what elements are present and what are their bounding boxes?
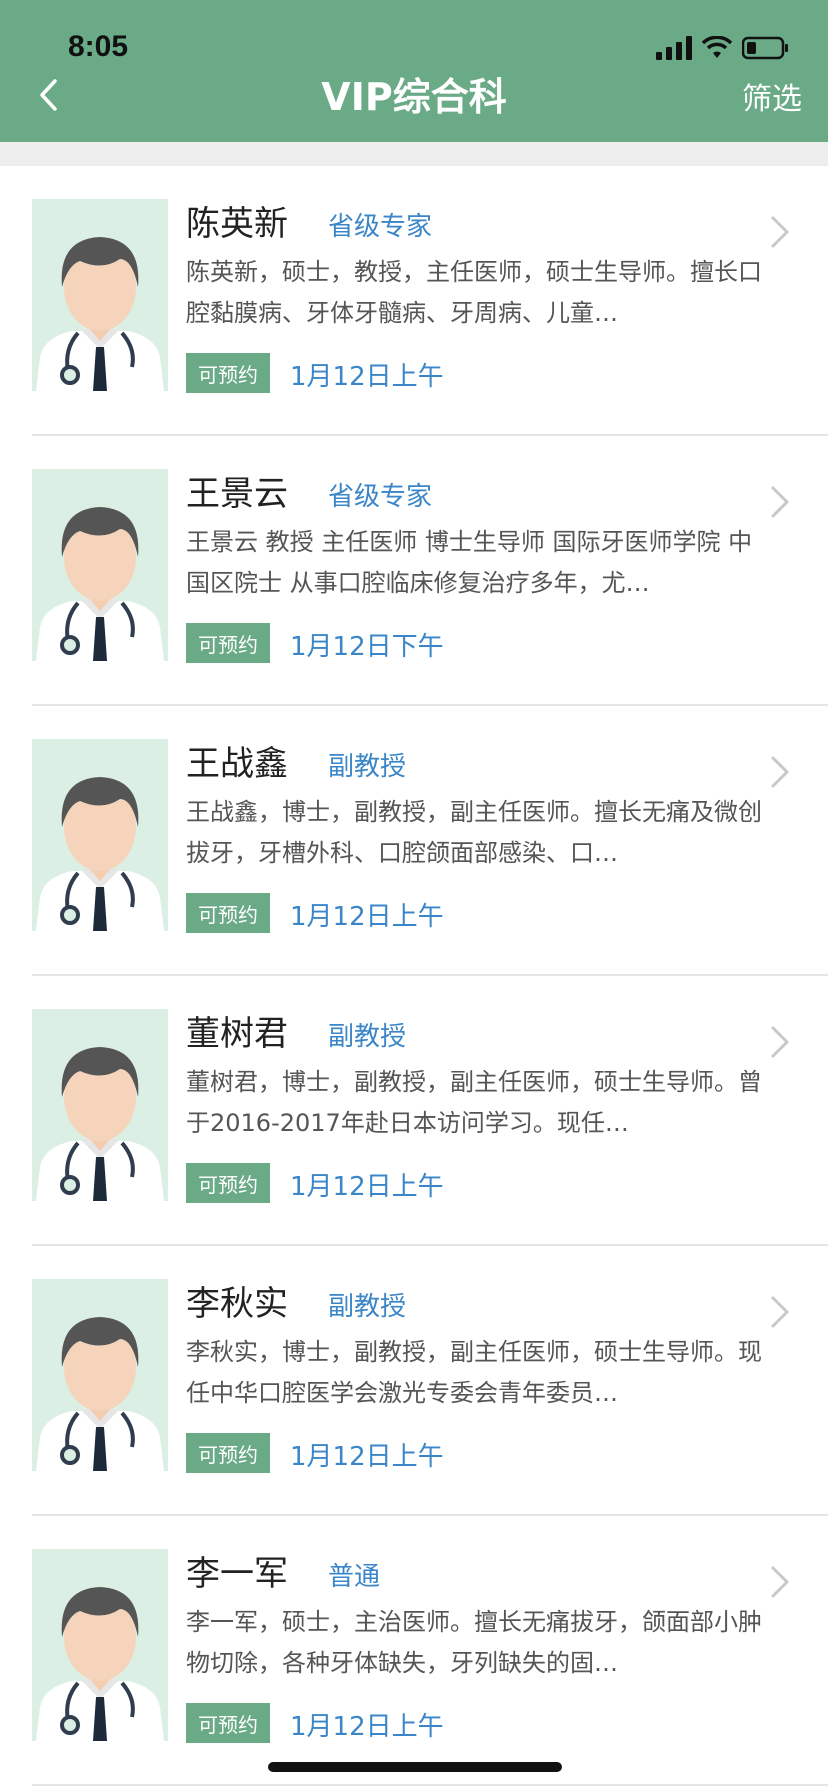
doctor-title: 副教授 [328,1022,407,1052]
doctor-name: 王景云 [186,474,288,514]
chevron-right-icon [771,486,789,518]
doctor-name: 董树君 [186,1014,288,1054]
doctor-description: 王战鑫，博士，副教授，副主任医师。擅长无痛及微创拔牙，牙槽外科、口腔颌面部感染、… [186,798,762,867]
status-badge: 可预约 [186,1433,270,1473]
chevron-right-icon [771,1026,789,1058]
divider [32,1784,828,1786]
doctor-card[interactable]: 陈英新 省级专家 陈英新，硕士，教授，主任医师，硕士生导师。擅长口腔黏膜病、牙体… [0,166,828,436]
appointment-slot: 1月12日上午 [290,902,444,932]
doctor-description: 陈英新，硕士，教授，主任医师，硕士生导师。擅长口腔黏膜病、牙体牙髓病、牙周病、儿… [186,258,762,327]
signal-icon [656,36,692,60]
doctor-name: 李一军 [186,1554,288,1594]
doctor-card[interactable]: 李一军 普通 李一军，硕士，主治医师。擅长无痛拔牙，颌面部小肿物切除，各种牙体缺… [0,1516,828,1786]
appointment-slot: 1月12日上午 [290,362,444,392]
doctor-avatar-icon [32,1279,168,1471]
appointment-slot: 1月12日上午 [290,1442,444,1472]
doctor-avatar [32,199,168,391]
chevron-right-icon [771,756,789,788]
chevron-right-icon [771,1296,789,1328]
status-badge: 可预约 [186,893,270,933]
chevron-right-icon [771,1566,789,1598]
header-separator [0,142,828,166]
filter-button[interactable]: 筛选 [742,74,802,118]
doctor-avatar-icon [32,199,168,391]
doctor-title: 副教授 [328,752,407,782]
doctor-avatar [32,1009,168,1201]
status-badge: 可预约 [186,1163,270,1203]
nav-header: 8:05 VIP综合科 筛选 [0,0,828,142]
wifi-icon [702,36,732,58]
appointment-slot: 1月12日上午 [290,1172,444,1202]
page-title: VIP综合科 [321,75,507,119]
doctor-avatar [32,739,168,931]
battery-icon [742,36,788,60]
status-icons [656,34,790,62]
doctor-description: 李秋实，博士，副教授，副主任医师，硕士生导师。现任中华口腔医学会激光专委会青年委… [186,1338,762,1407]
appointment-slot: 1月12日下午 [290,632,444,662]
doctor-list: 陈英新 省级专家 陈英新，硕士，教授，主任医师，硕士生导师。擅长口腔黏膜病、牙体… [0,166,828,1786]
doctor-avatar-icon [32,1009,168,1201]
doctor-name: 陈英新 [186,204,288,244]
status-time: 8:05 [68,30,129,63]
status-badge: 可预约 [186,1703,270,1743]
doctor-name: 王战鑫 [186,744,288,784]
status-badge: 可预约 [186,623,270,663]
doctor-card[interactable]: 李秋实 副教授 李秋实，博士，副教授，副主任医师，硕士生导师。现任中华口腔医学会… [0,1246,828,1516]
doctor-description: 王景云 教授 主任医师 博士生导师 国际牙医师学院 中国区院士 从事口腔临床修复… [186,528,753,597]
appointment-slot: 1月12日上午 [290,1712,444,1742]
doctor-avatar-icon [32,469,168,661]
doctor-card[interactable]: 董树君 副教授 董树君，博士，副教授，副主任医师，硕士生导师。曾于2016-20… [0,976,828,1246]
doctor-name: 李秋实 [186,1284,288,1324]
doctor-card[interactable]: 王景云 省级专家 王景云 教授 主任医师 博士生导师 国际牙医师学院 中国区院士… [0,436,828,706]
doctor-avatar [32,1279,168,1471]
doctor-description: 董树君，博士，副教授，副主任医师，硕士生导师。曾于2016-2017年赴日本访问… [186,1068,762,1137]
doctor-avatar-icon [32,1549,168,1741]
home-indicator [268,1762,562,1772]
doctor-avatar [32,1549,168,1741]
doctor-card[interactable]: 王战鑫 副教授 王战鑫，博士，副教授，副主任医师。擅长无痛及微创拔牙，牙槽外科、… [0,706,828,976]
chevron-right-icon [771,216,789,248]
doctor-title: 省级专家 [328,212,433,242]
doctor-avatar [32,469,168,661]
doctor-description: 李一军，硕士，主治医师。擅长无痛拔牙，颌面部小肿物切除，各种牙体缺失，牙列缺失的… [186,1608,762,1677]
doctor-title: 普通 [328,1562,381,1592]
doctor-title: 副教授 [328,1292,407,1322]
doctor-title: 省级专家 [328,482,433,512]
doctor-avatar-icon [32,739,168,931]
status-badge: 可预约 [186,353,270,393]
